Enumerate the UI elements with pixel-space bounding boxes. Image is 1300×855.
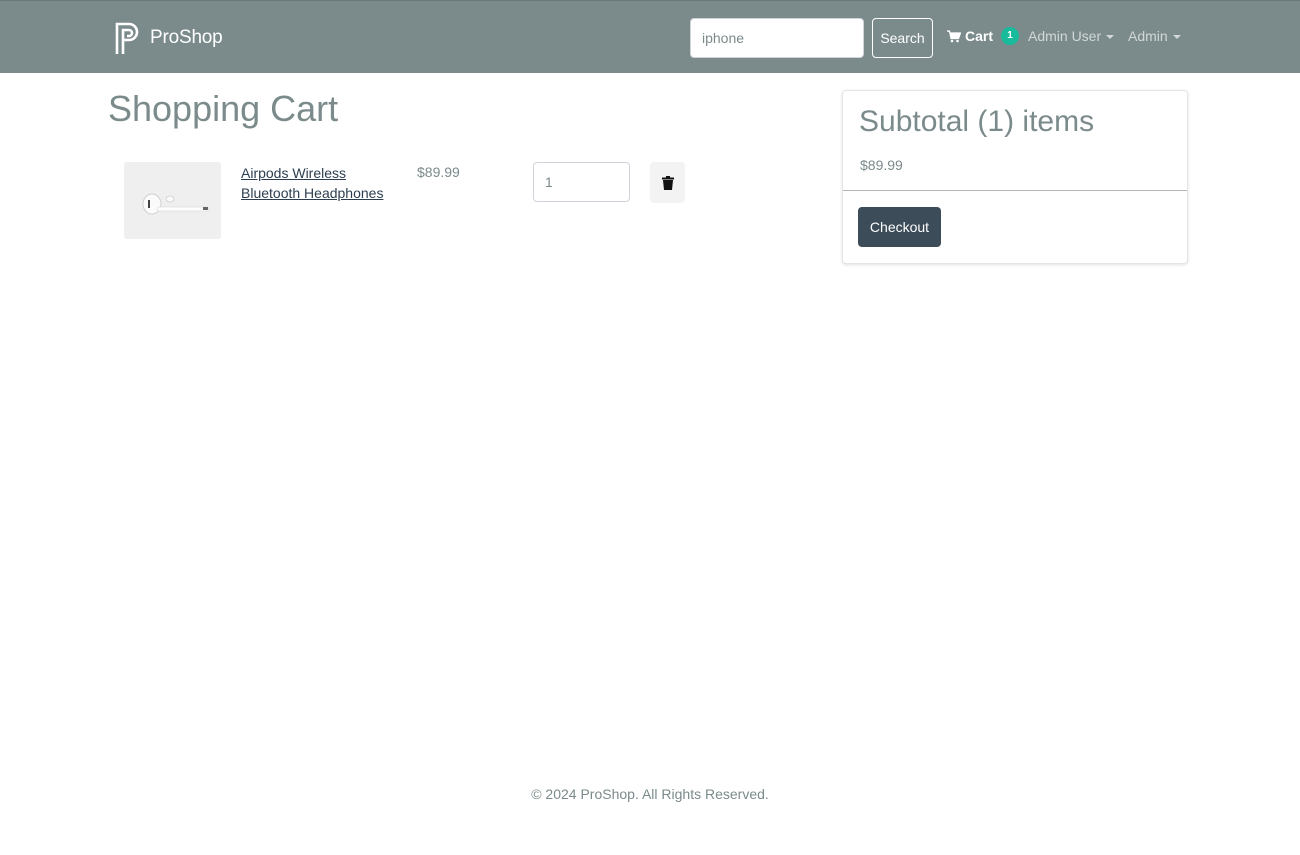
caret-down-icon	[1172, 35, 1181, 39]
search-input[interactable]	[690, 18, 864, 58]
navbar: ProShop Search Cart 1 Admin User Admin	[0, 0, 1300, 73]
proshop-logo-icon	[115, 22, 139, 54]
order-summary-card: Subtotal (1) items $89.99 Checkout	[842, 90, 1188, 264]
cart-label: Cart	[965, 28, 994, 44]
nav-cart-link[interactable]: Cart 1	[947, 25, 1020, 47]
page-title: Shopping Cart	[108, 88, 339, 129]
shopping-cart-icon	[947, 29, 961, 42]
subtotal-heading: Subtotal (1) items	[859, 105, 1095, 138]
product-name-link[interactable]: Airpods Wireless Bluetooth Headphones	[241, 163, 401, 203]
subtotal-amount: $89.99	[860, 157, 903, 173]
cart-count-badge: 1	[1001, 27, 1020, 45]
airpods-product-image-icon	[124, 162, 221, 239]
user-menu-label: Admin User	[1028, 28, 1102, 44]
admin-menu-label: Admin	[1128, 28, 1168, 44]
product-price: $89.99	[417, 164, 460, 180]
copyright-text: © 2024 ProShop. All Rights Reserved.	[531, 786, 769, 802]
trash-icon	[661, 175, 674, 190]
quantity-input[interactable]	[533, 162, 630, 202]
brand-name: ProShop	[150, 27, 223, 48]
brand-link[interactable]: ProShop	[114, 19, 223, 57]
remove-item-button[interactable]	[650, 162, 685, 203]
cart-item-row: Airpods Wireless Bluetooth Headphones $8…	[108, 162, 708, 242]
user-menu-dropdown[interactable]: Admin User	[1028, 25, 1115, 47]
checkout-button[interactable]: Checkout	[858, 207, 941, 247]
product-image	[124, 162, 221, 239]
caret-down-icon	[1106, 35, 1115, 39]
summary-divider	[843, 190, 1187, 191]
admin-menu-dropdown[interactable]: Admin	[1128, 25, 1181, 47]
search-button[interactable]: Search	[872, 18, 933, 58]
